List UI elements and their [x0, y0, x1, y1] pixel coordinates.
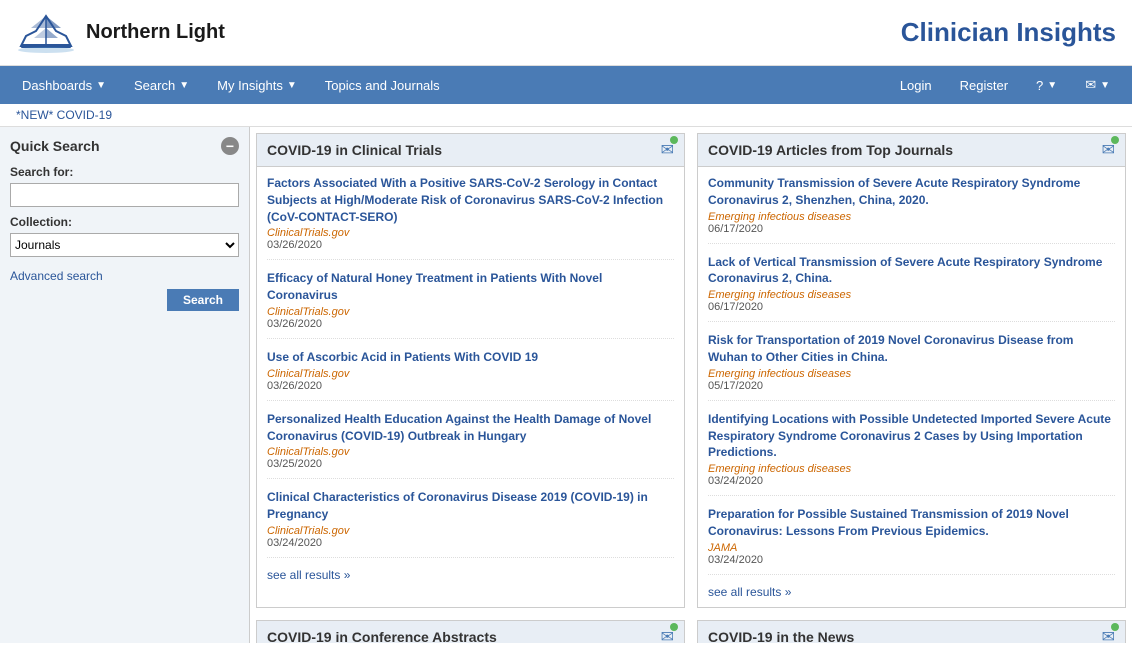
section-top-journals-body: Community Transmission of Severe Acute R…: [698, 167, 1125, 607]
section-news-title: COVID-19 in the News: [708, 629, 854, 643]
article-item: Community Transmission of Severe Acute R…: [708, 175, 1115, 244]
section-conference-abstracts-title: COVID-19 in Conference Abstracts: [267, 629, 497, 643]
nav-register[interactable]: Register: [946, 66, 1022, 104]
search-input[interactable]: [10, 183, 239, 207]
search-button[interactable]: Search: [167, 289, 239, 311]
article-title[interactable]: Factors Associated With a Positive SARS-…: [267, 175, 674, 225]
advanced-search-link[interactable]: Advanced search: [10, 269, 239, 283]
nav-right: Login Register ?▼ ✉▼: [886, 66, 1124, 104]
article-date: 06/17/2020: [708, 301, 1115, 313]
article-title[interactable]: Clinical Characteristics of Coronavirus …: [267, 489, 674, 523]
section-top-journals-header: COVID-19 Articles from Top Journals ✉: [698, 134, 1125, 167]
see-all-top-journals[interactable]: see all results »: [708, 585, 1115, 599]
article-title[interactable]: Lack of Vertical Transmission of Severe …: [708, 254, 1115, 288]
section-conference-abstracts-header: COVID-19 in Conference Abstracts ✉: [257, 621, 684, 643]
email-alert-icon-conference[interactable]: ✉: [661, 627, 674, 643]
article-title[interactable]: Use of Ascorbic Acid in Patients With CO…: [267, 349, 674, 366]
article-title[interactable]: Personalized Health Education Against th…: [267, 411, 674, 445]
navbar: Dashboards▼ Search▼ My Insights▼ Topics …: [0, 66, 1132, 104]
article-date: 03/24/2020: [267, 537, 674, 549]
article-date: 03/26/2020: [267, 380, 674, 392]
section-top-journals-title: COVID-19 Articles from Top Journals: [708, 142, 953, 158]
email-alert-icon-news[interactable]: ✉: [1102, 627, 1115, 643]
article-item: Preparation for Possible Sustained Trans…: [708, 506, 1115, 575]
search-for-label: Search for:: [10, 165, 239, 179]
nav-mail[interactable]: ✉▼: [1071, 66, 1124, 104]
article-item: Identifying Locations with Possible Unde…: [708, 411, 1115, 496]
article-source: Emerging infectious diseases: [708, 211, 1115, 223]
section-news: COVID-19 in the News ✉ Coronavirus Lockd…: [697, 620, 1126, 643]
article-item: Risk for Transportation of 2019 Novel Co…: [708, 332, 1115, 401]
article-date: 03/26/2020: [267, 318, 674, 330]
logo-text: Northern Light: [86, 21, 225, 44]
article-source: JAMA: [708, 542, 1115, 554]
section-clinical-trials-title: COVID-19 in Clinical Trials: [267, 142, 442, 158]
dashboards-dropdown-arrow: ▼: [96, 80, 106, 91]
article-title[interactable]: Preparation for Possible Sustained Trans…: [708, 506, 1115, 540]
section-top-journals: COVID-19 Articles from Top Journals ✉ Co…: [697, 133, 1126, 608]
help-dropdown-arrow: ▼: [1047, 80, 1057, 91]
collection-label: Collection:: [10, 215, 239, 229]
section-clinical-trials-body: Factors Associated With a Positive SARS-…: [257, 167, 684, 590]
article-date: 03/24/2020: [708, 554, 1115, 566]
section-conference-abstracts: COVID-19 in Conference Abstracts ✉ Mappi…: [256, 620, 685, 643]
article-date: 05/17/2020: [708, 380, 1115, 392]
article-source: ClinicalTrials.gov: [267, 368, 674, 380]
nav-myinsights[interactable]: My Insights▼: [203, 66, 311, 104]
sidebar-header: Quick Search −: [10, 137, 239, 155]
article-source: ClinicalTrials.gov: [267, 306, 674, 318]
collection-select[interactable]: Journals All Clinical Trials Conference …: [10, 233, 239, 257]
article-source: Emerging infectious diseases: [708, 289, 1115, 301]
article-title[interactable]: Efficacy of Natural Honey Treatment in P…: [267, 270, 674, 304]
search-dropdown-arrow: ▼: [179, 80, 189, 91]
page-header: Northern Light Clinician Insights: [0, 0, 1132, 66]
nav-login[interactable]: Login: [886, 66, 946, 104]
email-alert-icon-clinical-trials[interactable]: ✉: [661, 140, 674, 160]
article-date: 03/25/2020: [267, 458, 674, 470]
section-news-header: COVID-19 in the News ✉: [698, 621, 1125, 643]
myinsights-dropdown-arrow: ▼: [287, 80, 297, 91]
section-clinical-trials: COVID-19 in Clinical Trials ✉ Factors As…: [256, 133, 685, 608]
article-item: Lack of Vertical Transmission of Severe …: [708, 254, 1115, 323]
article-item: Factors Associated With a Positive SARS-…: [267, 175, 674, 260]
sidebar: Quick Search − Search for: Collection: J…: [0, 127, 250, 643]
mail-dropdown-arrow: ▼: [1100, 80, 1110, 91]
nav-topics-journals[interactable]: Topics and Journals: [311, 66, 454, 104]
sidebar-title: Quick Search: [10, 138, 100, 154]
article-source: Emerging infectious diseases: [708, 463, 1115, 475]
logo-icon: [16, 6, 76, 59]
nav-help[interactable]: ?▼: [1022, 66, 1071, 104]
content-grid: COVID-19 in Clinical Trials ✉ Factors As…: [250, 127, 1132, 643]
article-date: 06/17/2020: [708, 223, 1115, 235]
alert-bar: *NEW* COVID-19: [0, 104, 1132, 127]
article-source: ClinicalTrials.gov: [267, 525, 674, 537]
article-source: Emerging infectious diseases: [708, 368, 1115, 380]
alert-link[interactable]: *NEW* COVID-19: [16, 108, 112, 122]
article-title[interactable]: Community Transmission of Severe Acute R…: [708, 175, 1115, 209]
nav-search[interactable]: Search▼: [120, 66, 203, 104]
article-item: Clinical Characteristics of Coronavirus …: [267, 489, 674, 558]
article-source: ClinicalTrials.gov: [267, 227, 674, 239]
logo-area: Northern Light: [16, 6, 225, 59]
article-date: 03/24/2020: [708, 475, 1115, 487]
nav-dashboards[interactable]: Dashboards▼: [8, 66, 120, 104]
article-item: Use of Ascorbic Acid in Patients With CO…: [267, 349, 674, 401]
article-source: ClinicalTrials.gov: [267, 446, 674, 458]
article-title[interactable]: Identifying Locations with Possible Unde…: [708, 411, 1115, 461]
main-layout: Quick Search − Search for: Collection: J…: [0, 127, 1132, 643]
article-title[interactable]: Risk for Transportation of 2019 Novel Co…: [708, 332, 1115, 366]
sidebar-collapse-button[interactable]: −: [221, 137, 239, 155]
brand-title: Clinician Insights: [901, 17, 1116, 48]
email-alert-icon-top-journals[interactable]: ✉: [1102, 140, 1115, 160]
article-item: Efficacy of Natural Honey Treatment in P…: [267, 270, 674, 339]
see-all-clinical-trials[interactable]: see all results »: [267, 568, 674, 582]
article-item: Personalized Health Education Against th…: [267, 411, 674, 480]
section-clinical-trials-header: COVID-19 in Clinical Trials ✉: [257, 134, 684, 167]
article-date: 03/26/2020: [267, 239, 674, 251]
